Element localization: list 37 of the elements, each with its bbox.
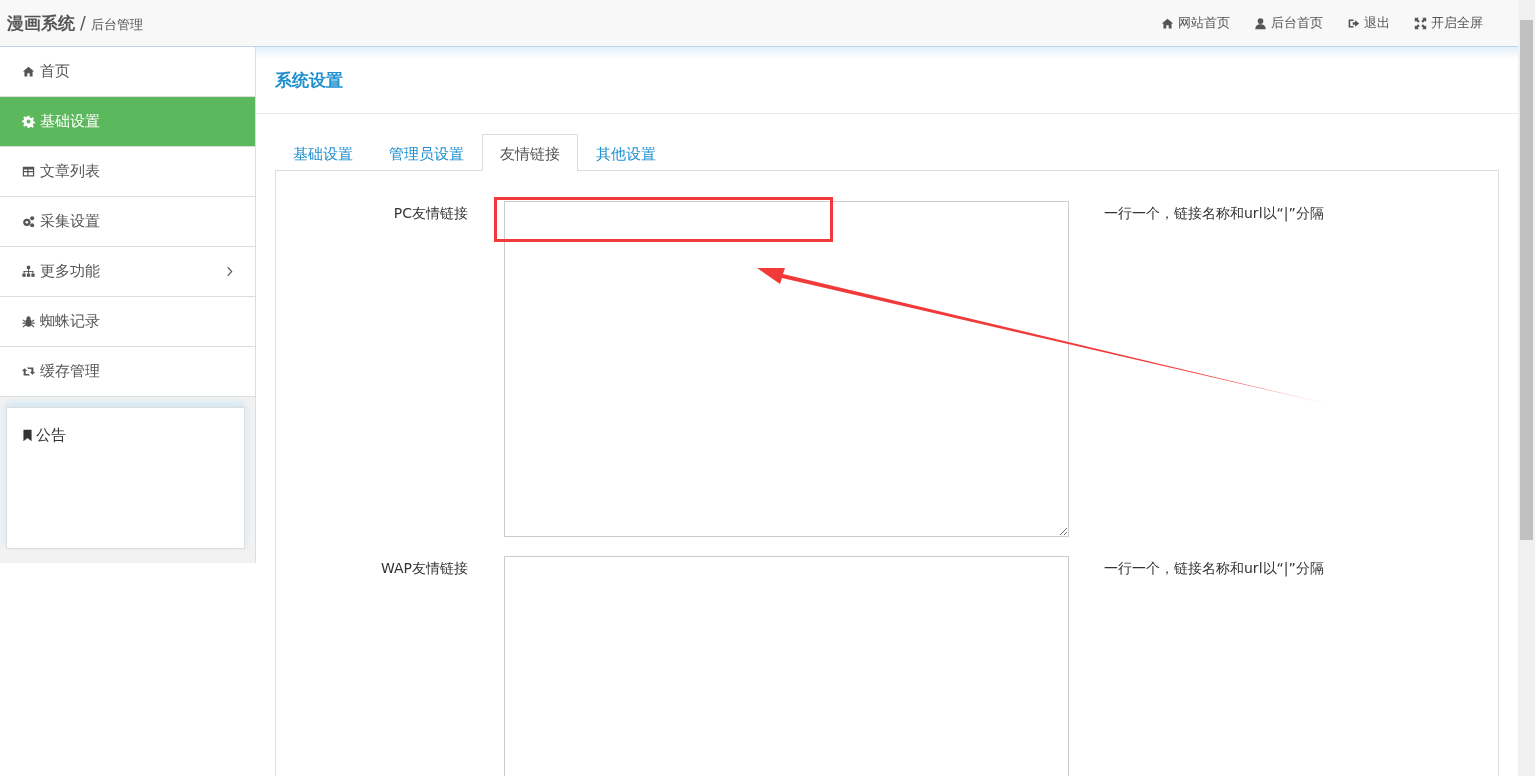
tab[interactable]: 其他设置 (578, 134, 674, 171)
field-hint: 一行一个，链接名称和url以“|”分隔 (1104, 559, 1324, 578)
header-link[interactable]: 后台首页 (1254, 14, 1323, 32)
user-icon (1254, 16, 1267, 30)
bug-icon (22, 315, 35, 328)
home-icon (22, 65, 35, 78)
sidebar-item[interactable]: 更多功能 (0, 247, 255, 297)
separator-slash: / (80, 12, 86, 33)
tab[interactable]: 友情链接 (482, 134, 578, 171)
sidebar-item[interactable]: 蜘蛛记录 (0, 297, 255, 347)
tab[interactable]: 管理员设置 (371, 134, 482, 171)
brand-subtitle: 后台管理 (90, 15, 143, 34)
field-label: WAP友情链接 (379, 559, 468, 578)
scrollbar[interactable] (1518, 0, 1535, 776)
home-icon (1161, 16, 1174, 30)
scroll-thumb[interactable] (1520, 20, 1533, 540)
expand-icon (1414, 16, 1427, 30)
page-title: 系统设置 (256, 47, 1518, 114)
tab[interactable]: 基础设置 (275, 134, 371, 171)
sitemap-icon (22, 265, 35, 278)
header-link[interactable]: 开启全屏 (1414, 14, 1483, 32)
gear-icon (22, 115, 35, 128)
sidebar-item[interactable]: 文章列表 (0, 147, 255, 197)
notice-title: 公告 (36, 426, 66, 445)
header-link[interactable]: 退出 (1347, 14, 1390, 32)
field-label: PC友情链接 (392, 204, 468, 223)
repeat-icon (22, 365, 35, 378)
sign-out-icon (1347, 16, 1360, 30)
gears-icon (22, 215, 35, 228)
bookmark-icon (21, 429, 34, 442)
field-hint: 一行一个，链接名称和url以“|”分隔 (1104, 204, 1324, 223)
brand-title: 漫画系统 (7, 11, 75, 35)
sidebar-item[interactable]: 缓存管理 (0, 347, 255, 397)
sidebar-item[interactable]: 采集设置 (0, 197, 255, 247)
textarea-field[interactable] (504, 201, 1069, 537)
header-link[interactable]: 网站首页 (1161, 14, 1230, 32)
table-icon (22, 165, 35, 178)
